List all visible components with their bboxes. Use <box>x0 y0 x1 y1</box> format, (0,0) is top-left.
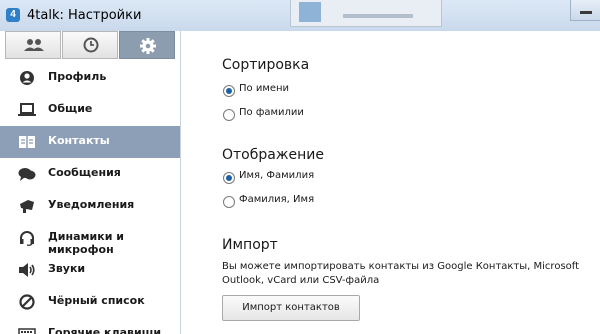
sidebar-item-blacklist[interactable]: Чёрный список <box>0 286 180 318</box>
headset-icon <box>20 231 34 246</box>
sorting-title: Сортировка <box>222 57 310 73</box>
address-book-icon <box>19 136 35 148</box>
radio-label: Имя, Фамилия <box>239 170 315 181</box>
sidebar-item-label: Профиль <box>48 70 107 83</box>
clock-icon <box>83 37 99 53</box>
sidebar-item-contacts[interactable]: Контакты <box>0 126 180 158</box>
radio-button[interactable] <box>223 172 235 184</box>
block-icon <box>19 294 35 310</box>
window-title: 4talk: Настройки <box>27 8 142 23</box>
tab-contacts[interactable] <box>5 31 61 59</box>
sidebar-item-sounds[interactable]: Звуки <box>0 254 180 286</box>
settings-window: 4 4talk: Настройки Профиль Общие Контакт… <box>0 0 600 334</box>
sidebar-item-label: Динамики и микрофон <box>48 230 124 256</box>
contacts-icon <box>24 39 44 51</box>
sidebar-item-label: Общие <box>48 102 93 115</box>
sidebar-item-label: Горячие клавиши <box>48 326 162 334</box>
sidebar: Профиль Общие Контакты Сообщения Уведомл… <box>0 31 181 334</box>
background-window <box>290 0 442 27</box>
import-contacts-button[interactable]: Импорт контактов <box>222 295 360 321</box>
gear-icon <box>140 38 156 54</box>
background-text <box>343 14 413 18</box>
title-bar[interactable]: 4 4talk: Настройки <box>0 0 600 31</box>
sidebar-tabs <box>5 31 175 59</box>
app-icon: 4 <box>6 8 20 22</box>
radio-button[interactable] <box>223 85 235 97</box>
sidebar-item-hotkeys[interactable]: Горячие клавиши <box>0 318 180 334</box>
tab-settings[interactable] <box>119 31 175 59</box>
import-title: Импорт <box>222 237 278 253</box>
sidebar-item-label: Чёрный список <box>48 294 145 307</box>
import-description: Вы можете импортировать контакты из Goog… <box>222 261 580 286</box>
sidebar-item-label: Сообщения <box>48 166 121 179</box>
sidebar-item-profile[interactable]: Профиль <box>0 62 180 94</box>
settings-content: Сортировка По имени По фамилии Отображен… <box>181 31 600 334</box>
radio-button[interactable] <box>223 196 235 208</box>
sidebar-item-audio[interactable]: Динамики и микрофон <box>0 222 180 256</box>
radio-label: По имени <box>239 83 290 94</box>
sidebar-nav: Профиль Общие Контакты Сообщения Уведомл… <box>0 62 180 334</box>
display-title: Отображение <box>222 147 324 163</box>
speaker-icon <box>19 263 35 277</box>
radio-label: Фамилия, Имя <box>239 194 315 205</box>
sidebar-item-notifications[interactable]: Уведомления <box>0 190 180 222</box>
minimize-icon <box>580 11 592 14</box>
megaphone-icon <box>20 200 34 213</box>
sidebar-item-label: Контакты <box>48 134 110 147</box>
chat-icon <box>18 168 36 181</box>
sidebar-item-general[interactable]: Общие <box>0 94 180 126</box>
tab-history[interactable] <box>62 31 118 59</box>
sidebar-item-label: Уведомления <box>48 198 135 211</box>
profile-icon <box>20 71 34 85</box>
keyboard-icon <box>18 328 36 334</box>
minimize-button[interactable] <box>570 0 600 21</box>
background-thumbnail <box>299 2 321 22</box>
sidebar-item-label: Звуки <box>48 262 86 275</box>
radio-button[interactable] <box>223 109 235 121</box>
radio-label: По фамилии <box>239 107 304 118</box>
sidebar-item-messages[interactable]: Сообщения <box>0 158 180 190</box>
laptop-icon <box>18 103 36 116</box>
